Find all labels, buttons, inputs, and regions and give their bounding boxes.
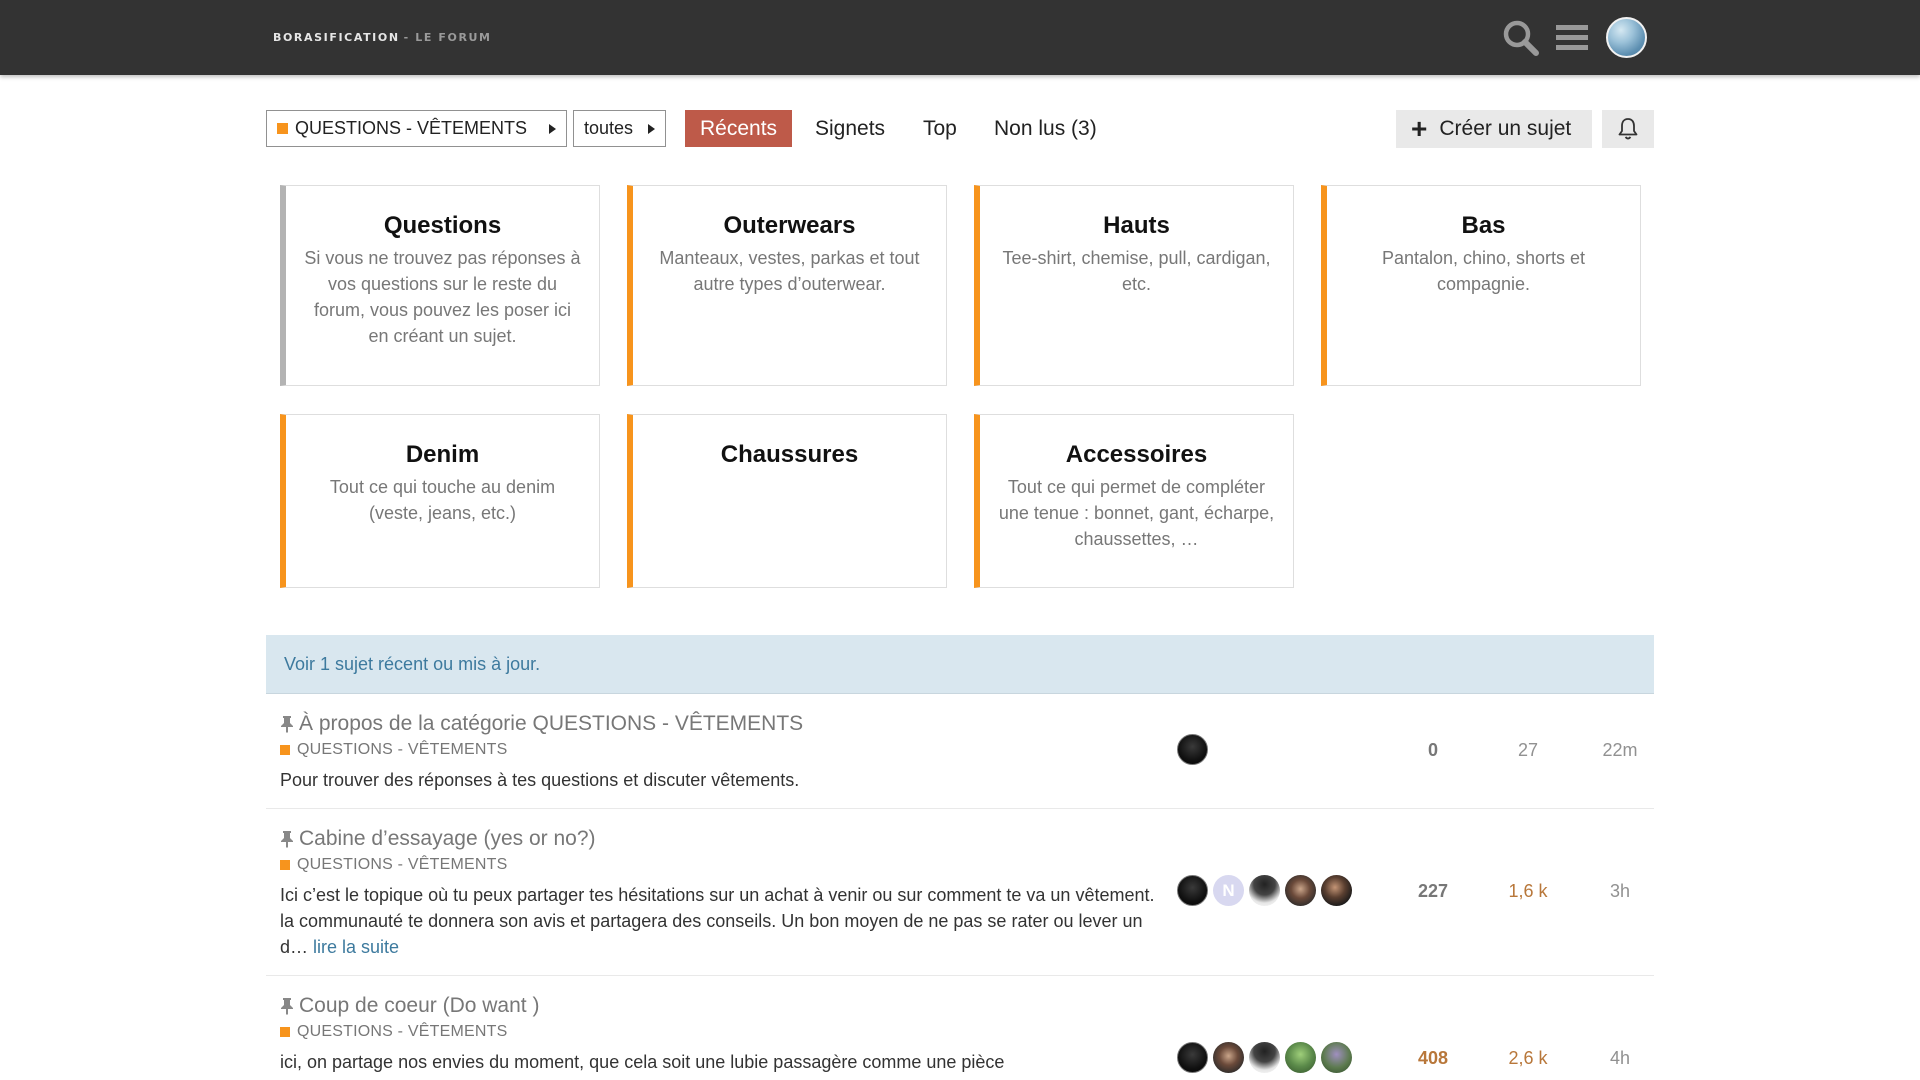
poster-avatar[interactable]: [1321, 1042, 1352, 1073]
topic-activity[interactable]: 3h: [1580, 881, 1660, 902]
poster-avatar[interactable]: [1249, 1042, 1280, 1073]
tab-top[interactable]: Top: [923, 110, 957, 147]
topic-title-text: À propos de la catégorie QUESTIONS - VÊT…: [299, 712, 804, 735]
poster-avatar[interactable]: N: [1213, 875, 1244, 906]
pin-icon: [281, 716, 293, 733]
user-avatar[interactable]: [1606, 17, 1647, 58]
topic-posters: [1177, 734, 1213, 765]
poster-avatar[interactable]: [1177, 1042, 1208, 1073]
topic-category-label: QUESTIONS - VÊTEMENTS: [297, 1023, 508, 1040]
category-description: Si vous ne trouvez pas réponses à vos qu…: [304, 248, 581, 346]
topic-row: Coup de coeur (Do want ) QUESTIONS - VÊT…: [266, 976, 1654, 1080]
tab-bookmarks[interactable]: Signets: [815, 110, 885, 147]
topic-title[interactable]: Cabine d’essayage (yes or no?): [280, 827, 596, 851]
category-box-chaussures[interactable]: Chaussures: [627, 414, 947, 588]
topic-category-badge[interactable]: QUESTIONS - VÊTEMENTS: [280, 741, 507, 759]
topic-views: 2,6 k: [1508, 1048, 1548, 1068]
topic-views: 27: [1517, 740, 1539, 760]
category-box-denim[interactable]: Denim Tout ce qui touche au denim (veste…: [280, 414, 600, 588]
topic-replies: 227: [1417, 881, 1449, 901]
create-topic-button[interactable]: + Créer un sujet: [1396, 110, 1592, 148]
category-color-square: [280, 860, 290, 870]
category-dropdown[interactable]: QUESTIONS - VÊTEMENTS: [266, 110, 567, 147]
caret-right-icon: [549, 123, 556, 134]
topic-views: 1,6 k: [1508, 881, 1548, 901]
poster-avatar[interactable]: [1213, 1042, 1244, 1073]
topic-row: Cabine d’essayage (yes or no?) QUESTIONS…: [266, 809, 1654, 976]
category-description: Manteaux, vestes, parkas et tout autre t…: [659, 248, 920, 294]
topic-posters: [1177, 1042, 1357, 1073]
category-title: Accessoires: [1065, 441, 1208, 468]
topic-excerpt: ici, on partage nos envies du moment, qu…: [280, 1052, 1005, 1072]
site-logo[interactable]: BORASIFICATION - LE FORUM: [273, 31, 492, 44]
topic-category-badge[interactable]: QUESTIONS - VÊTEMENTS: [280, 1023, 507, 1041]
tab-unread[interactable]: Non lus (3): [994, 110, 1097, 147]
topic-row: À propos de la catégorie QUESTIONS - VÊT…: [266, 694, 1654, 809]
subcategory-dropdown[interactable]: toutes: [573, 110, 666, 147]
read-more-link[interactable]: lire la suite: [313, 937, 399, 957]
category-color-square: [277, 123, 288, 134]
category-title: Chaussures: [720, 441, 859, 468]
plus-icon: +: [1411, 113, 1428, 144]
category-description: Tee-shirt, chemise, pull, cardigan, etc.: [1002, 248, 1271, 294]
new-topics-banner[interactable]: Voir 1 sujet récent ou mis à jour.: [266, 635, 1654, 694]
category-box-hauts[interactable]: Hauts Tee-shirt, chemise, pull, cardigan…: [974, 185, 1294, 386]
topic-activity[interactable]: 22m: [1580, 740, 1660, 761]
topic-category-badge[interactable]: QUESTIONS - VÊTEMENTS: [280, 856, 507, 874]
notification-settings-button[interactable]: [1602, 110, 1654, 148]
poster-avatar[interactable]: [1249, 875, 1280, 906]
topic-replies: 408: [1417, 1048, 1449, 1068]
poster-avatar[interactable]: [1321, 875, 1352, 906]
topic-title[interactable]: À propos de la catégorie QUESTIONS - VÊT…: [280, 712, 803, 736]
caret-right-icon: [648, 123, 655, 134]
tab-recent[interactable]: Récents: [685, 110, 793, 147]
topic-activity[interactable]: 4h: [1580, 1048, 1660, 1069]
topic-title-text: Coup de coeur (Do want ): [299, 994, 540, 1017]
category-title: Denim: [405, 441, 480, 468]
topic-excerpt: Pour trouver des réponses à tes question…: [280, 770, 800, 790]
category-description: Pantalon, chino, shorts et compagnie.: [1381, 248, 1586, 294]
poster-avatar[interactable]: [1285, 875, 1316, 906]
search-icon[interactable]: [1501, 18, 1541, 58]
category-title: Questions: [383, 212, 502, 239]
category-box-outerwears[interactable]: Outerwears Manteaux, vestes, parkas et t…: [627, 185, 947, 386]
hamburger-menu-icon[interactable]: [1553, 18, 1593, 58]
category-color-square: [280, 745, 290, 755]
logo-main-text: BORASIFICATION: [273, 31, 400, 44]
category-dropdown-label: QUESTIONS - VÊTEMENTS: [295, 118, 528, 138]
pin-icon: [281, 831, 293, 848]
logo-sub-text: - LE FORUM: [403, 31, 492, 44]
category-box-accessoires[interactable]: Accessoires Tout ce qui permet de complé…: [974, 414, 1294, 588]
topic-excerpt-text: Ici c’est le topique où tu peux partager…: [280, 885, 1155, 957]
topic-category-label: QUESTIONS - VÊTEMENTS: [297, 741, 508, 758]
topic-posters: N: [1177, 875, 1357, 906]
bell-icon: [1618, 118, 1638, 140]
subcategory-dropdown-label: toutes: [584, 118, 634, 138]
create-topic-label: Créer un sujet: [1439, 117, 1572, 140]
site-header: BORASIFICATION - LE FORUM: [0, 0, 1920, 75]
poster-avatar[interactable]: [1177, 875, 1208, 906]
category-title: Hauts: [1103, 212, 1170, 239]
topic-title-text: Cabine d’essayage (yes or no?): [299, 827, 596, 850]
category-title: Outerwears: [723, 212, 856, 239]
category-description: Tout ce qui touche au denim (veste, jean…: [329, 477, 556, 523]
poster-avatar[interactable]: [1285, 1042, 1316, 1073]
poster-avatar[interactable]: [1177, 734, 1208, 765]
category-box-bas[interactable]: Bas Pantalon, chino, shorts et compagnie…: [1321, 185, 1641, 386]
topic-category-label: QUESTIONS - VÊTEMENTS: [297, 856, 508, 873]
category-box-questions[interactable]: Questions Si vous ne trouvez pas réponse…: [280, 185, 600, 386]
topic-title[interactable]: Coup de coeur (Do want ): [280, 994, 539, 1018]
pin-icon: [281, 998, 293, 1015]
category-title: Bas: [1461, 212, 1506, 239]
category-color-square: [280, 1027, 290, 1037]
topic-excerpt: Ici c’est le topique où tu peux partager…: [280, 882, 1160, 960]
topic-replies: 0: [1427, 740, 1438, 760]
category-description: Tout ce qui permet de compléter une tenu…: [998, 477, 1275, 549]
